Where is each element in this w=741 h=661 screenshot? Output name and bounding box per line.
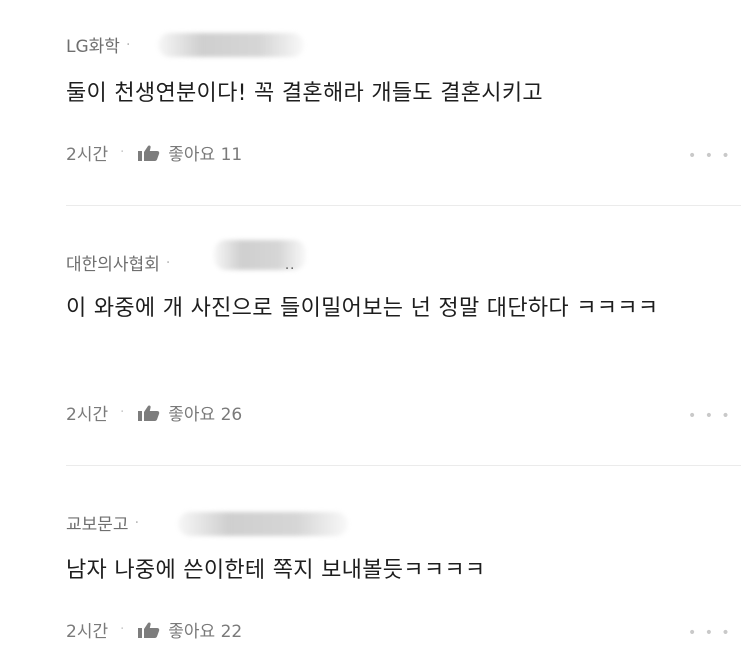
blurred-username (178, 512, 348, 536)
comment-author[interactable]: LG화학 · (66, 32, 131, 58)
like-button[interactable]: 좋아요 22 (138, 617, 242, 642)
more-icon[interactable]: • • • (688, 408, 732, 424)
meta-separator: · (120, 622, 125, 637)
thumbs-up-icon (138, 405, 160, 421)
comment-time: 2시간 (66, 405, 109, 425)
author-name[interactable]: LG화학 (66, 32, 120, 57)
author-separator: · (134, 514, 140, 531)
comment-text: 둘이 천생연분이다! 꼭 결혼해라 개들도 결혼시키고 (66, 81, 543, 106)
like-count: 좋아요 11 (168, 145, 243, 165)
comment-text: 이 와중에 개 사진으로 들이밀어보는 넌 정말 대단하다 ㅋㅋㅋㅋ (66, 296, 659, 321)
like-button[interactable]: 좋아요 26 (138, 400, 242, 425)
username-suffix: .. (285, 258, 296, 273)
comment-time: 2시간 (66, 622, 109, 642)
comment-time: 2시간 (66, 145, 109, 165)
author-separator: · (165, 254, 171, 271)
comment-author[interactable]: 교보문고 · (66, 510, 140, 536)
meta-separator: · (120, 405, 125, 420)
thumbs-up-icon (138, 145, 160, 161)
like-count: 좋아요 26 (168, 405, 243, 425)
more-icon[interactable]: • • • (688, 148, 732, 164)
more-icon[interactable]: • • • (688, 625, 732, 641)
comment-text: 남자 나중에 쓴이한테 쪽지 보내볼듯ㅋㅋㅋㅋ (66, 558, 486, 583)
author-name[interactable]: 교보문고 (66, 510, 129, 535)
comment-meta: 2시간 · 좋아요 26 (66, 400, 242, 425)
blurred-username (158, 33, 304, 57)
like-count: 좋아요 22 (168, 622, 243, 642)
meta-separator: · (120, 145, 125, 160)
comment-meta: 2시간 · 좋아요 22 (66, 617, 242, 642)
like-button[interactable]: 좋아요 11 (138, 140, 242, 165)
thumbs-up-icon (138, 622, 160, 638)
comment-divider (66, 205, 741, 206)
comment-meta: 2시간 · 좋아요 11 (66, 140, 242, 165)
comment-author[interactable]: 대한의사협회 · (66, 250, 171, 276)
comment-divider (66, 465, 741, 466)
author-name[interactable]: 대한의사협회 (66, 250, 160, 275)
author-separator: · (125, 36, 131, 53)
